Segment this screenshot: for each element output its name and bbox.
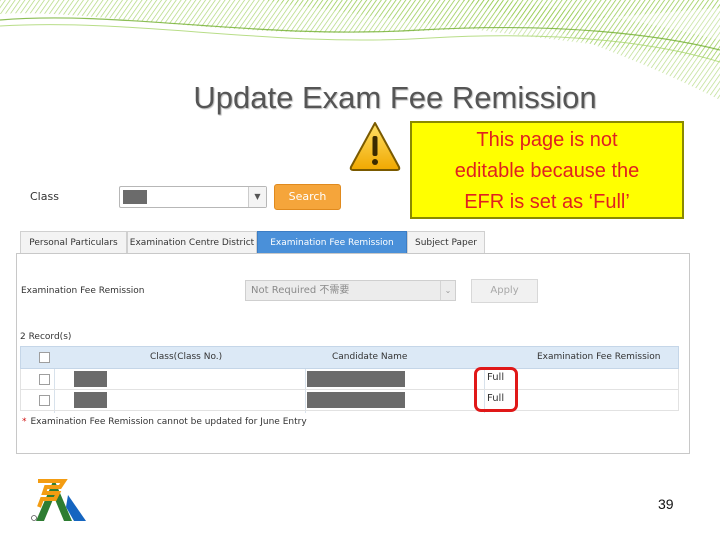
efr-select[interactable]: Not Required 不需要 ⌄ [245, 280, 456, 301]
table-row: Full [20, 369, 679, 390]
records-table: Class(Class No.) Candidate Name Examinat… [20, 346, 679, 413]
tab-examination-centre-district[interactable]: Examination Centre District [127, 231, 257, 253]
slide-title: Update Exam Fee Remission [193, 80, 597, 115]
full-highlight-box [474, 367, 518, 412]
tab-examination-fee-remission[interactable]: Examination Fee Remission [257, 231, 407, 253]
search-button[interactable]: Search [274, 184, 341, 210]
redacted-value [123, 190, 147, 204]
row-checkbox[interactable] [39, 395, 50, 406]
row-checkbox[interactable] [39, 374, 50, 385]
select-all-checkbox[interactable] [39, 352, 50, 363]
record-count: 2 Record(s) [20, 332, 72, 342]
redacted-class [74, 371, 107, 387]
efr-selected-value: Not Required 不需要 [251, 285, 350, 296]
column-header-candidate-name: Candidate Name [332, 352, 408, 362]
tab-subject-paper[interactable]: Subject Paper [407, 231, 485, 253]
warning-icon [349, 122, 401, 171]
column-header-fee-remission: Examination Fee Remission [537, 352, 661, 362]
warning-callout: This page is not editable because the EF… [410, 121, 684, 219]
redacted-candidate-name [307, 392, 405, 408]
chevron-down-icon: ▼ [248, 187, 266, 207]
chevron-down-icon: ⌄ [440, 281, 455, 300]
table-row: Full [20, 390, 679, 411]
page-number: 39 [658, 496, 674, 512]
callout-line: EFR is set as ‘Full’ [464, 191, 630, 213]
class-label: Class [30, 190, 59, 203]
footnote-text: Examination Fee Remission cannot be upda… [30, 417, 307, 427]
callout-line: editable because the [454, 160, 640, 182]
redacted-class [74, 392, 107, 408]
table-header: Class(Class No.) Candidate Name Examinat… [20, 346, 679, 369]
efr-label: Examination Fee Remission [21, 286, 145, 296]
redacted-candidate-name [307, 371, 405, 387]
tab-personal-particulars[interactable]: Personal Particulars [20, 231, 127, 253]
class-select[interactable]: ▼ [119, 186, 267, 208]
callout-line: This page is not [476, 129, 618, 151]
footnote: * Examination Fee Remission cannot be upd… [22, 417, 307, 427]
column-header-class: Class(Class No.) [150, 352, 223, 362]
efa-logo [31, 479, 86, 521]
apply-button[interactable]: Apply [471, 279, 538, 303]
footnote-star: * [22, 417, 27, 427]
